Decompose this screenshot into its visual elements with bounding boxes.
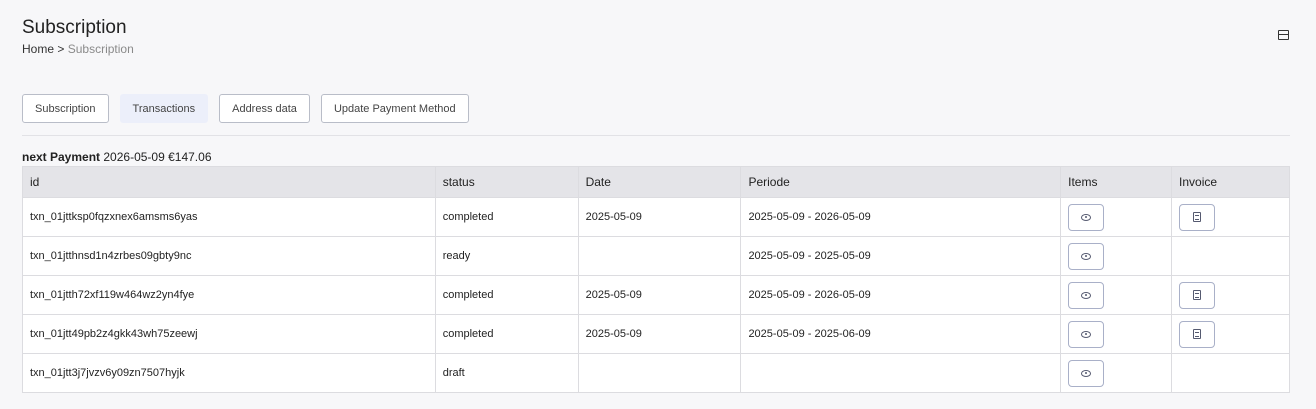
invoice-button[interactable] [1179,320,1216,348]
column-header-items: Items [1060,166,1173,198]
view-items-button[interactable] [1068,359,1105,387]
cell-periode: 2025-05-09 - 2026-05-09 [740,197,1062,237]
eye-icon [1081,330,1092,338]
column-header-periode: Periode [740,166,1062,198]
cell-items [1060,197,1173,237]
window-toggle-icon[interactable] [1278,30,1289,40]
tab-address-data[interactable]: Address data [219,94,310,123]
table-row: txn_01jtt49pb2z4gkk43wh75zeewj completed… [22,314,1290,354]
breadcrumb-separator: > [57,42,65,56]
tab-subscription[interactable]: Subscription [22,94,109,123]
view-items-button[interactable] [1068,281,1105,309]
document-icon [1193,329,1202,339]
breadcrumb: Home > Subscription [22,42,134,56]
view-items-button[interactable] [1068,242,1105,270]
cell-invoice [1171,197,1290,237]
invoice-button[interactable] [1179,203,1216,231]
invoice-button[interactable] [1179,281,1216,309]
cell-date: 2025-05-09 [577,314,742,354]
cell-periode: 2025-05-09 - 2025-05-09 [740,236,1062,276]
cell-items [1060,353,1173,393]
cell-id: txn_01jtthnsd1n4zrbes09gbty9nc [22,236,436,276]
cell-date: 2025-05-09 [577,197,742,237]
column-header-date: Date [577,166,742,198]
view-items-button[interactable] [1068,203,1105,231]
cell-date [577,236,742,276]
eye-icon [1081,213,1092,221]
cell-status: completed [434,314,579,354]
cell-invoice [1171,275,1290,315]
column-header-status: status [434,166,579,198]
cell-periode: 2025-05-09 - 2026-05-09 [740,275,1062,315]
cell-date: 2025-05-09 [577,275,742,315]
cell-date [577,353,742,393]
view-items-button[interactable] [1068,320,1105,348]
document-icon [1193,290,1202,300]
eye-icon [1081,252,1092,260]
transactions-table: id status Date Periode Items Invoice txn… [22,166,1290,393]
tab-transactions[interactable]: Transactions [119,94,209,123]
breadcrumb-current: Subscription [67,42,134,56]
page-title: Subscription [22,17,127,38]
tab-bar: Subscription Transactions Address data U… [22,94,469,123]
column-header-id: id [22,166,436,198]
cell-items [1060,236,1173,276]
table-row: txn_01jtthnsd1n4zrbes09gbty9nc ready 202… [22,236,1290,276]
breadcrumb-home[interactable]: Home [22,42,54,56]
cell-id: txn_01jtth72xf119w464wz2yn4fye [22,275,436,315]
cell-status: completed [434,197,579,237]
cell-invoice [1171,314,1290,354]
eye-icon [1081,291,1092,299]
cell-periode [740,353,1062,393]
cell-id: txn_01jtt3j7jvzv6y09zn7507hyjk [22,353,436,393]
next-payment: next Payment 2026-05-09 €147.06 [22,150,212,164]
table-row: txn_01jtt3j7jvzv6y09zn7507hyjk draft [22,353,1290,393]
next-payment-amount: €147.06 [168,150,212,164]
cell-periode: 2025-05-09 - 2025-06-09 [740,314,1062,354]
divider [22,135,1290,136]
next-payment-label: next Payment [22,150,101,164]
column-header-invoice: Invoice [1171,166,1290,198]
table-row: txn_01jttksp0fqzxnex6amsms6yas completed… [22,197,1290,237]
cell-invoice [1171,353,1290,393]
cell-status: completed [434,275,579,315]
table-header-row: id status Date Periode Items Invoice [22,166,1290,198]
cell-id: txn_01jttksp0fqzxnex6amsms6yas [22,197,436,237]
cell-items [1060,314,1173,354]
table-row: txn_01jtth72xf119w464wz2yn4fye completed… [22,275,1290,315]
tab-update-payment-method[interactable]: Update Payment Method [320,94,469,123]
cell-status: ready [434,236,579,276]
eye-icon [1081,369,1092,377]
cell-items [1060,275,1173,315]
cell-id: txn_01jtt49pb2z4gkk43wh75zeewj [22,314,436,354]
next-payment-date: 2026-05-09 [103,150,165,164]
cell-invoice [1171,236,1290,276]
cell-status: draft [434,353,579,393]
document-icon [1193,212,1202,222]
